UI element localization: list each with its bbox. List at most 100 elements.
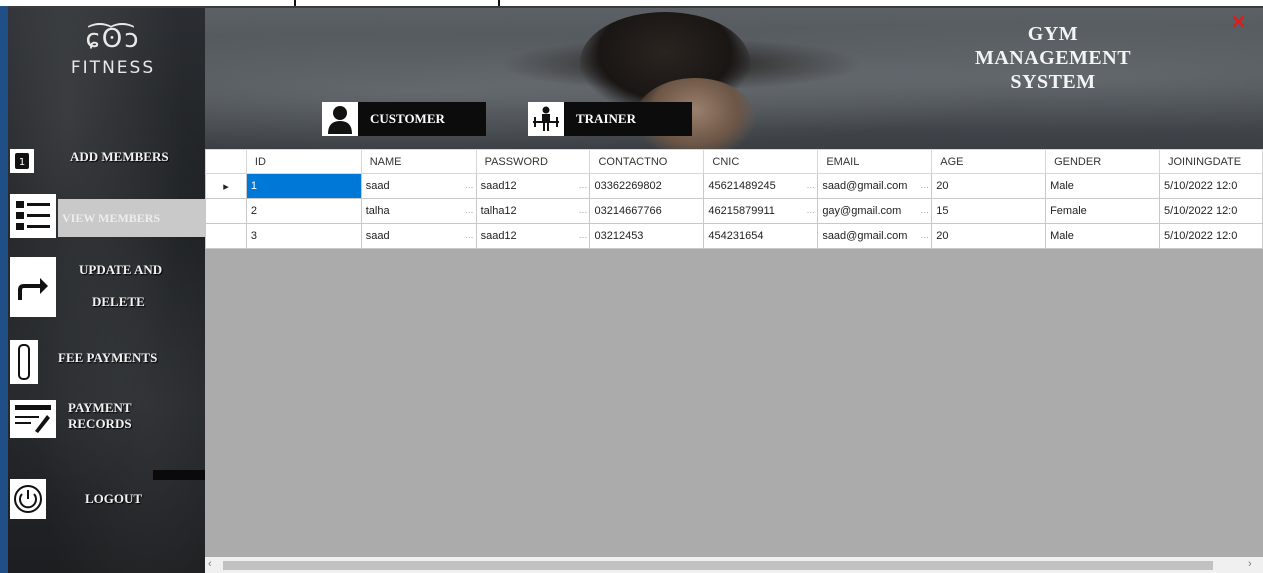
- cell-gender[interactable]: Female: [1045, 198, 1160, 224]
- cell-joiningdate[interactable]: 5/10/2022 12:0: [1158, 223, 1263, 249]
- cell-contactno[interactable]: 03214667766: [589, 198, 705, 224]
- cell-gender[interactable]: Male: [1045, 223, 1160, 249]
- column-header-password[interactable]: PASSWORD: [475, 149, 591, 174]
- cell-email-text: saad@gmail.com: [822, 180, 908, 192]
- row-header-corner: [205, 149, 247, 174]
- row-header-cell[interactable]: [205, 198, 247, 224]
- ellipsis-icon: …: [464, 180, 474, 190]
- table-row[interactable]: 3 saad … saad12 … 03212453 454231654 saad@…: [205, 223, 1263, 249]
- column-header-age[interactable]: AGE: [931, 149, 1047, 174]
- cell-name[interactable]: talha …: [360, 198, 477, 224]
- trainer-button[interactable]: TRAINER: [528, 102, 692, 136]
- update-delete-label-line2[interactable]: DELETE: [92, 294, 145, 310]
- cell-password[interactable]: talha12 …: [475, 198, 591, 224]
- decorative-bar: [153, 470, 205, 480]
- cell-age[interactable]: 20: [931, 173, 1047, 199]
- logo-text: FITNESS: [70, 58, 156, 78]
- cell-name[interactable]: saad …: [360, 173, 477, 199]
- ellipsis-icon: …: [578, 205, 588, 215]
- scroll-left-icon[interactable]: ‹: [208, 558, 212, 570]
- cell-cnic[interactable]: 454231654: [703, 223, 819, 249]
- ellipsis-icon: …: [578, 180, 588, 190]
- cell-cnic[interactable]: 45621489245 …: [703, 173, 819, 199]
- cell-id[interactable]: 3: [245, 223, 362, 249]
- ellipsis-icon: …: [806, 180, 816, 190]
- ellipsis-icon: …: [920, 230, 930, 240]
- cell-name-text: talha: [365, 205, 390, 217]
- cell-email-text: saad@gmail.com: [822, 230, 908, 242]
- trainer-button-label: TRAINER: [576, 111, 636, 126]
- payment-records-label-line2[interactable]: RECORDS: [68, 416, 132, 432]
- cell-age[interactable]: 15: [931, 198, 1047, 224]
- view-members-button[interactable]: VIEW MEMBERS: [58, 199, 209, 237]
- cell-joiningdate[interactable]: 5/10/2022 12:0: [1158, 198, 1263, 224]
- power-icon[interactable]: [10, 479, 46, 519]
- cell-contactno[interactable]: 03362269802: [589, 173, 705, 199]
- sidebar: ɕ͡ʘ͡ɔ FITNESS 1 ADD MEMBERS VIEW MEMBERS…: [8, 8, 209, 573]
- cell-password[interactable]: saad12 …: [475, 173, 591, 199]
- column-header-joiningdate[interactable]: JOININGDATE: [1158, 149, 1263, 174]
- column-header-name[interactable]: NAME: [360, 149, 477, 174]
- cell-cnic-text: 45621489245: [708, 180, 776, 192]
- cell-cnic-text: 46215879911: [708, 205, 775, 217]
- grid-header-row: ID NAME PASSWORD CONTACTNO CNIC EMAIL AG…: [205, 149, 1263, 174]
- ellipsis-icon: …: [464, 230, 474, 240]
- cell-name-text: saad: [365, 230, 390, 242]
- column-header-cnic[interactable]: CNIC: [703, 149, 819, 174]
- payment-records-icon[interactable]: [10, 400, 56, 438]
- cell-id[interactable]: 1: [245, 173, 362, 199]
- members-grid[interactable]: ID NAME PASSWORD CONTACTNO CNIC EMAIL AG…: [205, 149, 1263, 573]
- cell-contactno[interactable]: 03212453: [589, 223, 705, 249]
- cell-cnic[interactable]: 46215879911 …: [703, 198, 819, 224]
- cell-gender[interactable]: Male: [1045, 173, 1160, 199]
- app-title: GYM MANAGEMENT SYSTEM: [953, 22, 1153, 94]
- scrollbar-thumb[interactable]: [223, 561, 1213, 570]
- cell-name[interactable]: saad …: [360, 223, 477, 249]
- svg-text:1: 1: [19, 157, 25, 168]
- payment-records-label-line1[interactable]: PAYMENT: [68, 400, 132, 416]
- scroll-right-icon[interactable]: ›: [1248, 558, 1252, 570]
- column-header-contactno[interactable]: CONTACTNO: [589, 149, 705, 174]
- cell-id[interactable]: 2: [245, 198, 362, 224]
- column-header-email[interactable]: EMAIL: [817, 149, 933, 174]
- row-header-cell[interactable]: [205, 223, 247, 249]
- horizontal-scrollbar[interactable]: ‹ ›: [205, 557, 1263, 573]
- customer-button[interactable]: CUSTOMER: [322, 102, 486, 136]
- ellipsis-icon: …: [464, 205, 474, 215]
- logout-button[interactable]: LOGOUT: [85, 491, 142, 507]
- ellipsis-icon: …: [806, 205, 816, 215]
- update-delete-label-line1[interactable]: UPDATE AND: [79, 262, 162, 278]
- cell-password-text: saad12: [480, 180, 517, 192]
- cell-password-text: saad12: [480, 230, 517, 242]
- cell-name-text: saad: [365, 180, 390, 192]
- current-row-indicator-icon[interactable]: ▸: [205, 173, 247, 199]
- window-left-border: [0, 6, 8, 573]
- table-row[interactable]: 2 talha … talha12 … 03214667766 4621587991…: [205, 198, 1263, 224]
- ellipsis-icon: …: [920, 180, 930, 190]
- column-header-gender[interactable]: GENDER: [1045, 149, 1160, 174]
- view-members-label: VIEW MEMBERS: [62, 211, 161, 225]
- close-icon[interactable]: ✕: [1231, 12, 1246, 33]
- cell-email-text: gay@gmail.com: [822, 205, 902, 217]
- person-icon: [322, 102, 358, 136]
- table-row[interactable]: ▸ 1 saad … saad12 … 03362269802 4562148924…: [205, 173, 1263, 199]
- app-title-line3: SYSTEM: [1010, 71, 1096, 93]
- fee-payments-button[interactable]: FEE PAYMENTS: [58, 350, 157, 366]
- trainer-icon: [528, 102, 564, 136]
- cell-email[interactable]: gay@gmail.com…: [817, 198, 933, 224]
- cell-age[interactable]: 20: [931, 223, 1047, 249]
- cell-email[interactable]: saad@gmail.com …: [817, 223, 933, 249]
- column-header-id[interactable]: ID: [245, 149, 362, 174]
- add-members-icon[interactable]: 1: [10, 149, 34, 173]
- cell-password-text: talha12: [480, 205, 517, 217]
- fitness-logo: ɕ͡ʘ͡ɔ FITNESS: [48, 24, 178, 104]
- fee-payment-icon[interactable]: [10, 340, 38, 384]
- members-table: ID NAME PASSWORD CONTACTNO CNIC EMAIL AG…: [205, 149, 1263, 249]
- update-arrow-icon[interactable]: [10, 257, 56, 317]
- cell-password[interactable]: saad12…: [475, 223, 591, 249]
- cell-joiningdate[interactable]: 5/10/2022 12:0: [1158, 173, 1263, 199]
- cell-email[interactable]: saad@gmail.com …: [817, 173, 933, 199]
- list-icon[interactable]: [10, 194, 56, 238]
- app-title-line2: MANAGEMENT: [974, 47, 1132, 69]
- add-members-button[interactable]: ADD MEMBERS: [70, 149, 169, 165]
